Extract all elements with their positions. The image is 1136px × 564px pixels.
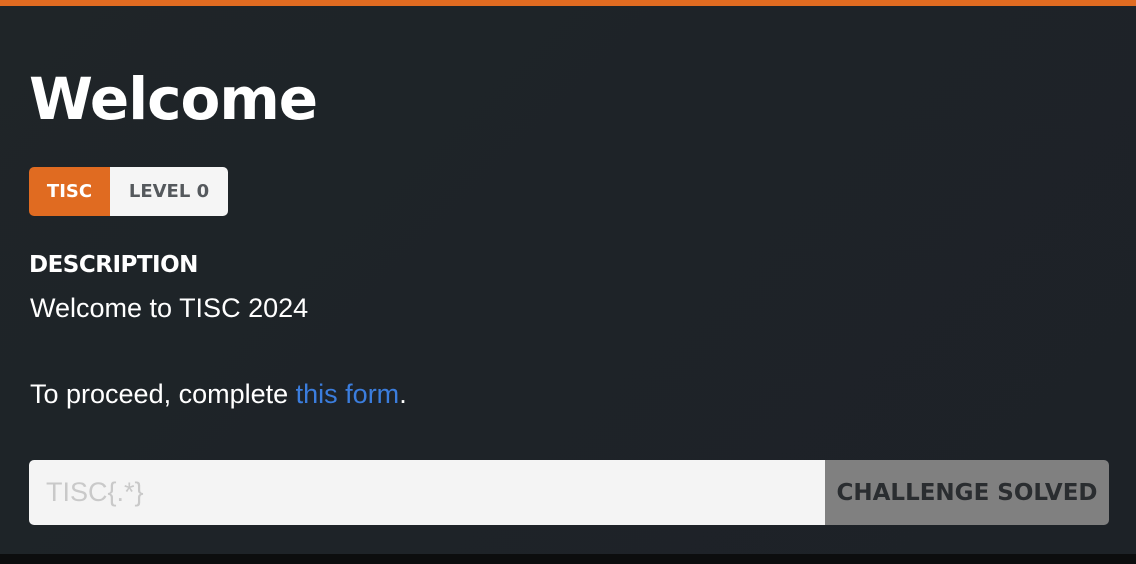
category-tag: TISC xyxy=(29,167,110,216)
description-form-suffix: . xyxy=(399,379,407,409)
level-tag: LEVEL 0 xyxy=(110,167,228,216)
description-label: DESCRIPTION xyxy=(29,252,198,278)
flag-input[interactable] xyxy=(29,460,825,525)
challenge-tags: TISC LEVEL 0 xyxy=(29,167,228,216)
description-form-prefix: To proceed, complete xyxy=(30,379,296,409)
description-text: Welcome to TISC 2024 xyxy=(30,293,309,323)
form-link[interactable]: this form xyxy=(296,379,400,409)
description-form-line: To proceed, complete this form. xyxy=(30,378,407,410)
challenge-solved-button[interactable]: CHALLENGE SOLVED xyxy=(825,460,1109,525)
challenge-title: Welcome xyxy=(29,65,318,133)
challenge-panel: Welcome TISC LEVEL 0 DESCRIPTION Welcome… xyxy=(0,0,1136,554)
